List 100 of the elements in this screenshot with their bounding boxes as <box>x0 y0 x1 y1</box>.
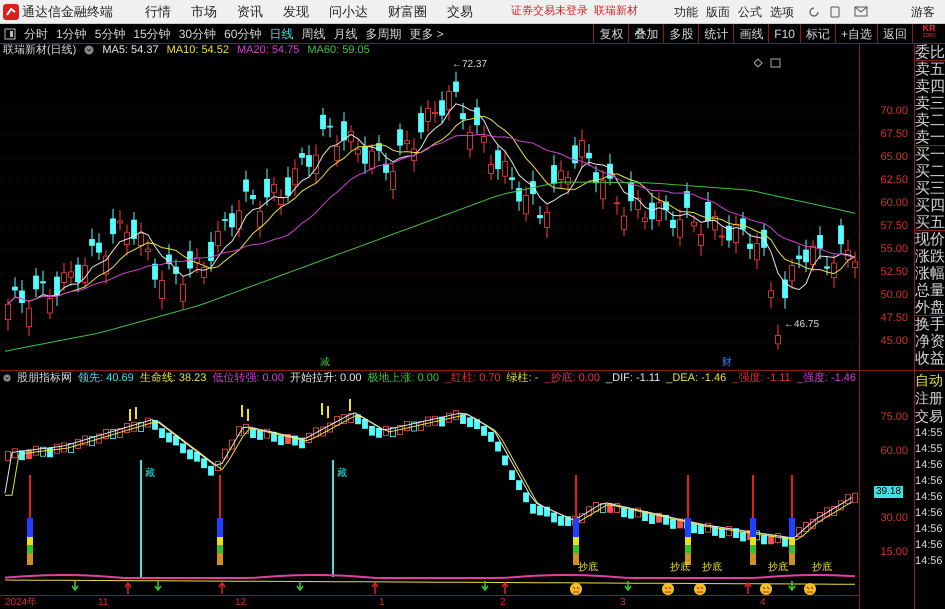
bottom-signal-label: 抄底 <box>702 562 722 573</box>
price-axis-label: 65.00 <box>880 152 908 163</box>
date-axis-label: 11 <box>98 596 108 609</box>
date-axis-label: 4 <box>760 596 766 609</box>
low-price-marker: ←46.75 <box>784 320 820 330</box>
toolbar-button[interactable]: 多股 <box>663 24 698 43</box>
bottom-signal-label: 抄底 <box>768 562 788 573</box>
side-link[interactable]: 注册 <box>915 389 945 407</box>
quote-field-label: 总量 <box>915 282 945 299</box>
indicator-value: _红柱: 0.70 <box>444 372 501 384</box>
ma-value: MA10: 54.52 <box>166 44 229 56</box>
quote-field-label: 现价 <box>915 231 945 248</box>
indicator-axis-label: 30.00 <box>880 513 908 524</box>
period-tab[interactable]: 日线 <box>265 24 298 43</box>
tool-menu-item[interactable]: 功能 <box>674 2 698 20</box>
price-axis-label: 50.00 <box>880 290 908 301</box>
menu-item[interactable]: 财富圈 <box>378 2 437 22</box>
indicator-value: _DEA: -1.46 <box>666 372 726 384</box>
toolbar-button[interactable]: 画线 <box>733 24 768 43</box>
toolbar-button[interactable]: 统计 <box>698 24 734 43</box>
indicator-axis-label: 60.00 <box>880 446 908 457</box>
ma-value: MA60: 59.05 <box>307 44 370 56</box>
app-title: 通达信金融终端 <box>22 2 113 21</box>
trade-time: 14:56 <box>915 490 944 505</box>
period-tab[interactable]: 多周期 <box>361 24 406 43</box>
period-tab[interactable]: 1分钟 <box>52 24 91 43</box>
trade-time: 14:55 <box>915 442 944 457</box>
trade-time: 14:56 <box>915 554 944 569</box>
trade-time: 14:56 <box>915 522 944 537</box>
date-axis-label: 3 <box>620 596 626 609</box>
menu-item[interactable]: 资讯 <box>227 2 273 22</box>
period-tab[interactable]: 5分钟 <box>90 24 130 43</box>
menu-item[interactable]: 问小达 <box>319 2 378 22</box>
quote-field-label: 卖二 <box>915 112 945 129</box>
quote-field-label: 涨幅 <box>915 265 945 282</box>
date-axis-label: 12 <box>235 596 246 609</box>
indicator-value: _强度: -1.11 <box>732 372 791 384</box>
quote-field-label: 买二 <box>915 163 945 180</box>
indicator-axis-label: 75.00 <box>880 412 908 423</box>
tool-menu-item[interactable]: 版面 <box>706 2 730 20</box>
price-axis-label: 70.00 <box>880 106 908 117</box>
trade-time: 14:56 <box>915 474 944 489</box>
period-tab[interactable]: 15分钟 <box>129 24 175 43</box>
indicator-value: _DIF: -1.11 <box>606 372 660 384</box>
menu-item[interactable]: 发现 <box>273 2 319 22</box>
quote-field-label: 卖一 <box>915 129 945 146</box>
quote-field-label: 收益 <box>915 350 945 367</box>
indicator-value: _强度: -1.46 <box>796 372 856 384</box>
period-tab[interactable]: 分时 <box>20 24 52 43</box>
quote-field-label: 涨跌 <box>915 248 945 265</box>
current-value-badge: 39.18 <box>874 486 904 498</box>
date-axis-label: 1 <box>379 596 385 609</box>
toolbar-button[interactable]: 返回 <box>877 24 912 43</box>
price-axis-label: 45.00 <box>880 336 908 347</box>
quote-field-label: 外盘 <box>915 299 945 316</box>
indicator-value: 低位转强: 0.00 <box>212 372 284 384</box>
chart-title: 联瑞新材(日线) <box>3 44 76 56</box>
period-tab[interactable]: 30分钟 <box>174 24 220 43</box>
price-axis-label: 67.50 <box>880 129 908 140</box>
indicator-value: 领先: 40.69 <box>78 372 134 384</box>
menu-item[interactable]: 交易 <box>437 2 483 22</box>
ma-value: MA5: 54.37 <box>102 44 159 56</box>
tool-menu-item[interactable]: 选项 <box>770 2 794 20</box>
signal-label: 藏 <box>337 468 347 479</box>
bottom-signal-label: 抄底 <box>670 562 690 573</box>
side-link[interactable]: 自动 <box>915 371 945 389</box>
menu-item[interactable]: 市场 <box>181 2 227 22</box>
toolbar-button[interactable]: +自选 <box>834 24 877 43</box>
login-notice: 证券交易未登录 <box>511 4 588 20</box>
quote-field-label: 换手 <box>915 316 945 333</box>
stock-link[interactable]: 联瑞新材 <box>594 3 638 20</box>
period-tab[interactable]: 更多 > <box>405 24 448 43</box>
quote-field-label: 净资 <box>915 333 945 350</box>
toolbar-button[interactable]: 叠加 <box>628 24 664 43</box>
quote-field-label: 买五 <box>915 214 945 231</box>
menu-item[interactable]: 行情 <box>135 2 181 22</box>
indicator-value: 极地上涨: 0.00 <box>367 372 439 384</box>
period-tab[interactable]: 60分钟 <box>220 24 266 43</box>
period-tab[interactable]: 周线 <box>297 24 330 43</box>
indicator-value: 绿柱: - <box>506 372 538 384</box>
tool-menu-item[interactable]: 公式 <box>738 2 762 20</box>
toolbar-button[interactable]: F10 <box>768 24 800 43</box>
toolbar-button[interactable]: 标记 <box>800 24 835 43</box>
high-price-marker: ←72.37 <box>452 60 488 70</box>
user-button[interactable]: 游客 <box>911 2 935 20</box>
price-axis-label: 60.00 <box>880 198 908 209</box>
price-axis-label: 62.50 <box>880 175 908 186</box>
side-link[interactable]: 交易 <box>915 407 945 425</box>
quote-field-label: 买一 <box>915 146 945 163</box>
event-marker: 财 <box>722 358 732 368</box>
period-tab[interactable]: 月线 <box>329 24 362 43</box>
bottom-signal-label: 抄底 <box>812 562 832 573</box>
indicator-title: 股朋指标网 <box>17 372 72 384</box>
indicator-value: 开始拉升: 0.00 <box>290 372 362 384</box>
quote-field-label: 委比 <box>915 44 945 61</box>
quote-field-label: 卖五 <box>915 61 945 78</box>
toolbar-button[interactable]: 复权 <box>593 24 628 43</box>
quote-field-label: 买四 <box>915 197 945 214</box>
price-axis-label: 52.50 <box>880 267 908 278</box>
bottom-signal-label: 抄底 <box>578 562 598 573</box>
